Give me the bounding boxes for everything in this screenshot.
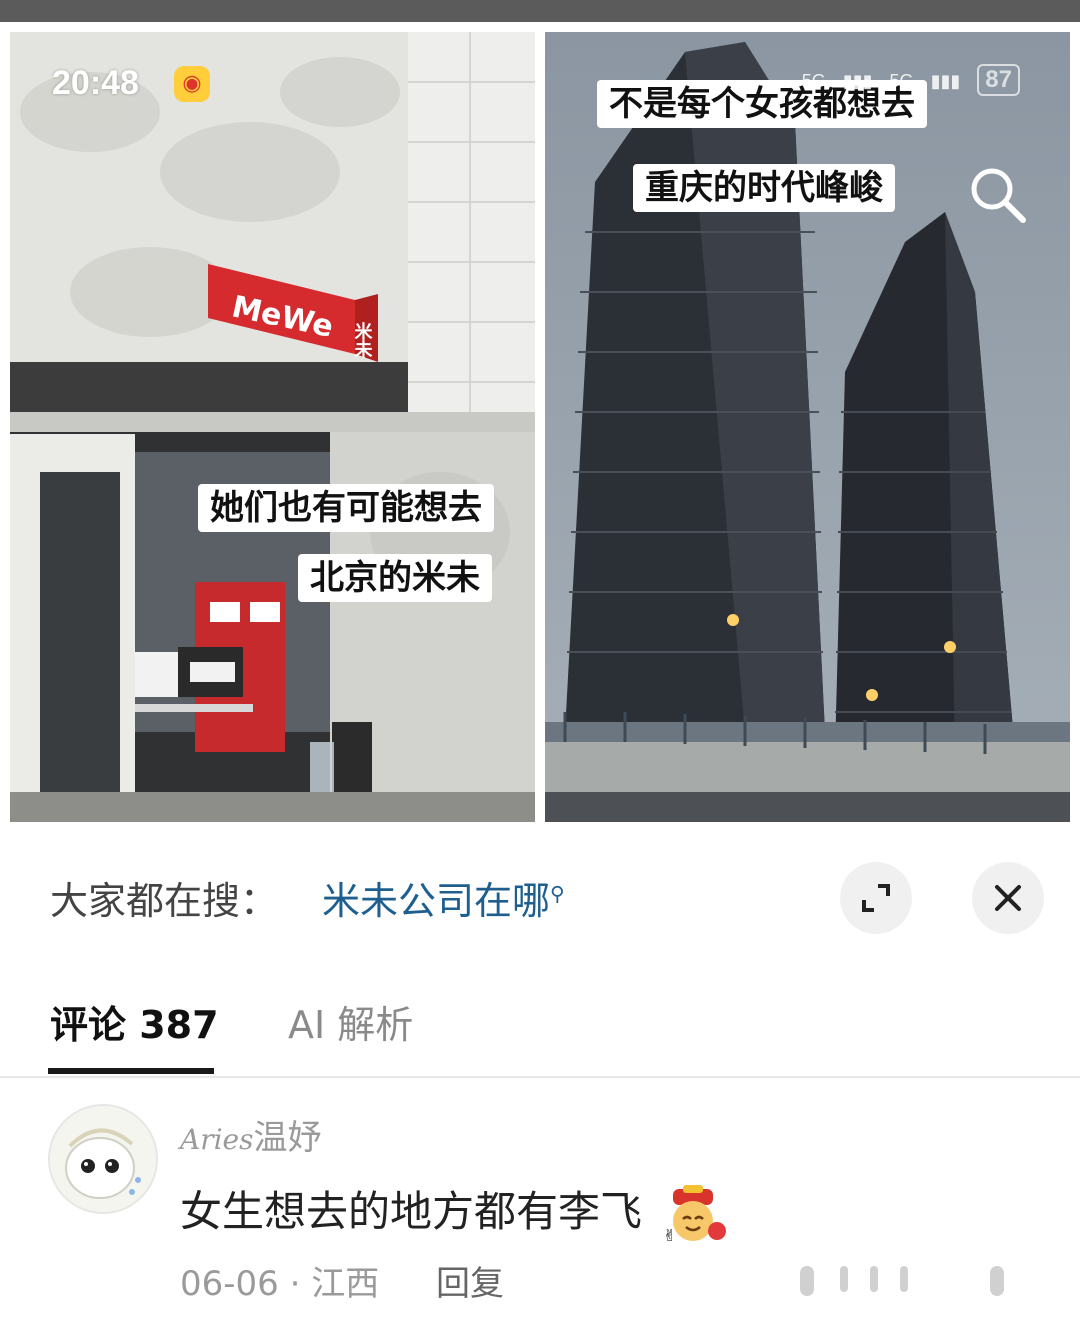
search-suggestion-label: 大家都在搜： bbox=[50, 879, 279, 923]
weibo-app-icon: ◉ bbox=[174, 66, 210, 102]
tab-ai-analysis[interactable]: AI 解析 bbox=[288, 994, 413, 1049]
expand-icon bbox=[862, 884, 890, 912]
svg-text:✌: ✌ bbox=[663, 1226, 676, 1245]
tab-comments[interactable]: 评论 387 bbox=[50, 994, 219, 1049]
avatar-illustration bbox=[50, 1106, 156, 1212]
image-caption-left-2: 北京的米未 bbox=[298, 554, 492, 602]
signal-icon-2: ▮▮▮ bbox=[930, 71, 961, 91]
image-caption-left-1: 她们也有可能想去 bbox=[198, 484, 494, 532]
status-time: 20:48 bbox=[52, 64, 139, 102]
towers-illustration bbox=[545, 32, 1070, 822]
post-image-tnt-towers[interactable]: 不是每个女孩都想去 重庆的时代峰峻 bbox=[545, 32, 1070, 822]
active-tab-indicator bbox=[48, 1068, 214, 1074]
image-caption-right-2: 重庆的时代峰峻 bbox=[633, 164, 895, 212]
mewe-sign-side-text: 米未 bbox=[352, 321, 373, 359]
comment-username[interactable]: Aries温妤 bbox=[180, 1110, 322, 1159]
comment-body: 女生想去的地方都有李飞 ✌ bbox=[180, 1178, 729, 1245]
username-name: 温妤 bbox=[253, 1118, 322, 1158]
search-suggestion-query: 米未公司在哪 bbox=[322, 879, 551, 923]
comment-tabs: 评论 387 AI 解析 bbox=[0, 980, 1080, 1078]
reply-button[interactable]: 回复 bbox=[436, 1256, 504, 1305]
top-edge-bar bbox=[0, 0, 1080, 22]
username-script: Aries bbox=[180, 1123, 254, 1156]
status-indicators: 5G ▮▮▮ 5G ▮▮▮ 87 bbox=[790, 64, 1020, 96]
expand-button[interactable] bbox=[840, 862, 912, 934]
mewe-building-illustration: MeWe 米未 bbox=[10, 32, 535, 822]
signal-icon: ▮▮▮ bbox=[842, 71, 873, 91]
small-search-icon: ⚲ bbox=[550, 881, 565, 906]
comment-date-location: 06-06 · 江西 bbox=[180, 1264, 380, 1304]
post-image-grid: MeWe 米未 她们也有可能想去 北京的米未 不是每个女孩都想去 重庆的时代峰峻… bbox=[0, 22, 1080, 830]
fortune-god-emoji-icon: ✌ bbox=[663, 1184, 727, 1245]
close-icon bbox=[995, 885, 1021, 911]
search-suggestion-link[interactable]: 米未公司在哪⚲ bbox=[322, 870, 565, 925]
network-5g-1: 5G bbox=[801, 71, 826, 91]
comment-item: Aries温妤 女生想去的地方都有李飞 ✌ 06-06 · 江西 回复 bbox=[0, 1090, 1080, 1325]
close-button[interactable] bbox=[972, 862, 1044, 934]
post-image-mewe[interactable]: MeWe 米未 她们也有可能想去 北京的米未 bbox=[10, 32, 535, 822]
comments-sheet: 大家都在搜： 米未公司在哪⚲ 评论 387 AI 解析 Aries温妤 女生想去… bbox=[0, 830, 1080, 1325]
like-bars-icon[interactable] bbox=[790, 1260, 1030, 1300]
network-5g-2: 5G bbox=[889, 71, 914, 91]
avatar[interactable] bbox=[48, 1104, 158, 1214]
battery-level: 87 bbox=[977, 64, 1020, 96]
image-search-icon[interactable] bbox=[965, 162, 1029, 226]
comment-text: 女生想去的地方都有李飞 bbox=[180, 1187, 643, 1236]
